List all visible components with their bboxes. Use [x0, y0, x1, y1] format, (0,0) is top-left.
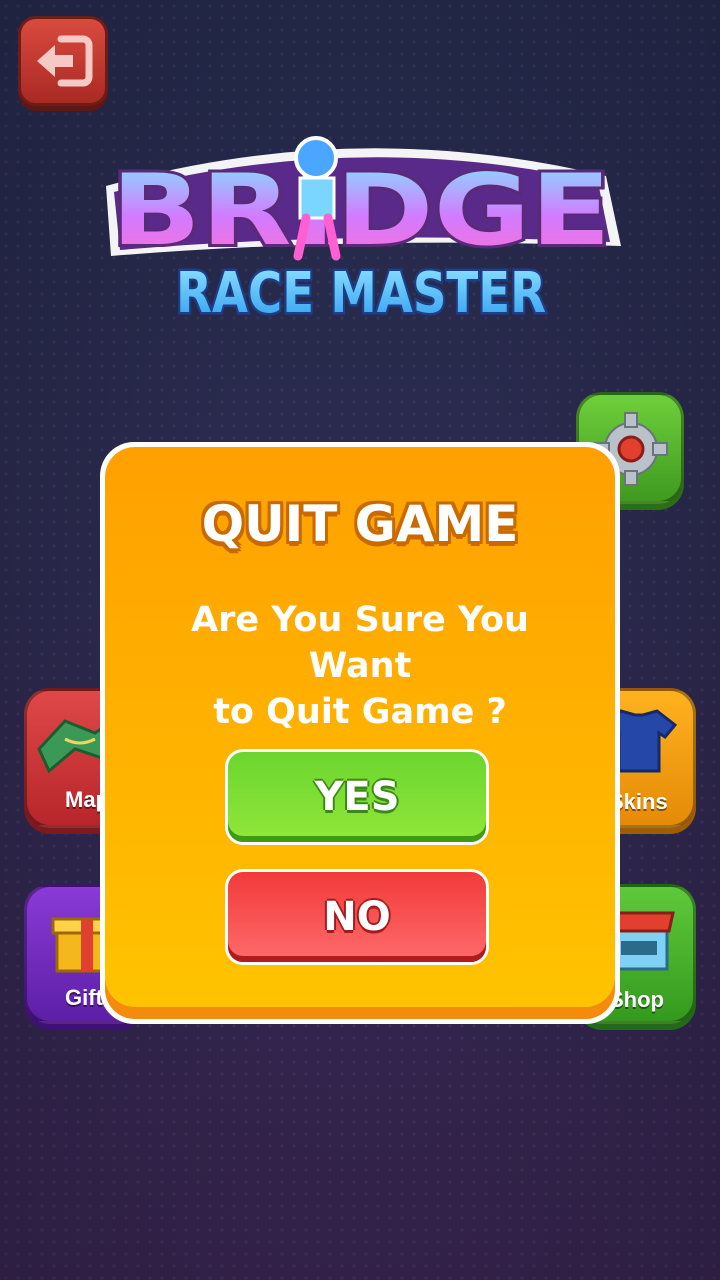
- game-logo: BRIDGE RACE MASTER: [86, 126, 636, 329]
- exit-arrow-icon: [37, 35, 93, 87]
- dialog-message: Are You Sure You Want to Quit Game ?: [135, 597, 585, 735]
- dialog-message-line2: to Quit Game ?: [213, 692, 507, 732]
- yes-button-label: YES: [228, 752, 486, 842]
- dialog-message-line1: Are You Sure You Want: [191, 600, 529, 686]
- back-button[interactable]: [18, 16, 108, 106]
- no-button[interactable]: NO: [225, 869, 489, 965]
- dialog-panel: QUIT GAME Are You Sure You Want to Quit …: [105, 447, 615, 1019]
- dialog-title: QUIT GAME: [201, 495, 519, 553]
- logo-title: BRIDGE: [111, 154, 611, 268]
- gift-label: Gift: [65, 985, 103, 1010]
- yes-button[interactable]: YES: [225, 749, 489, 845]
- quit-dialog: QUIT GAME Are You Sure You Want to Quit …: [100, 442, 620, 1024]
- no-button-label: NO: [228, 872, 486, 962]
- logo-subtitle: RACE MASTER: [176, 261, 546, 326]
